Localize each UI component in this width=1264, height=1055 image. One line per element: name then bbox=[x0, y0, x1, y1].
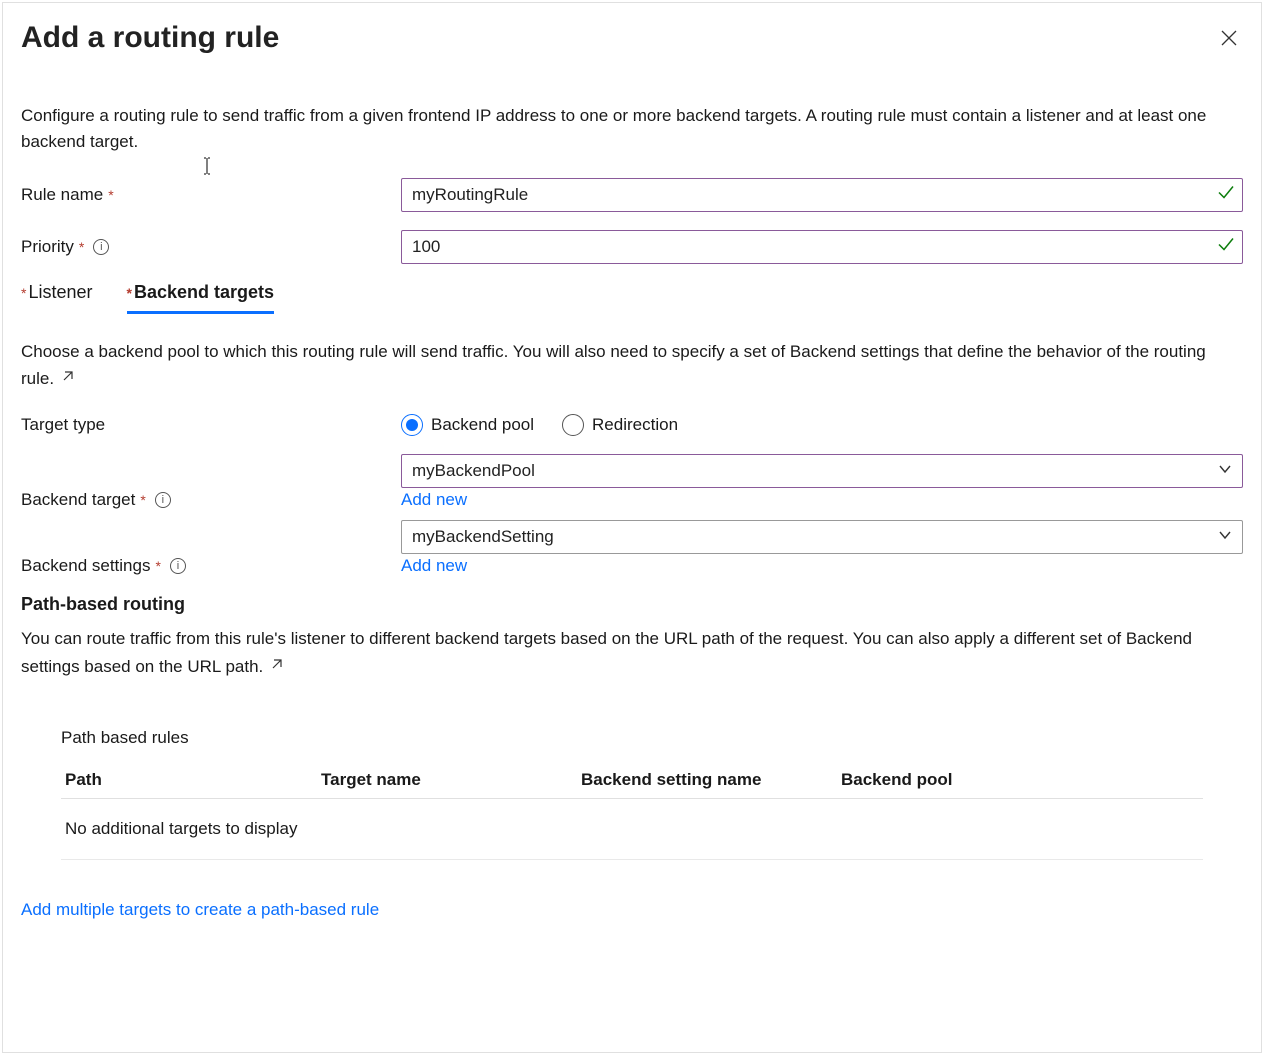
required-star: * bbox=[79, 239, 84, 255]
add-multiple-targets-link[interactable]: Add multiple targets to create a path-ba… bbox=[21, 900, 1243, 920]
backend-settings-value: myBackendSetting bbox=[412, 527, 554, 547]
target-type-label: Target type bbox=[21, 415, 105, 435]
section-description-text: Choose a backend pool to which this rout… bbox=[21, 342, 1206, 388]
required-star: * bbox=[21, 285, 26, 301]
page-title: Add a routing rule bbox=[21, 21, 279, 55]
chevron-down-icon bbox=[1218, 527, 1232, 547]
target-type-row: Target type Backend pool Redirection bbox=[21, 414, 1243, 436]
priority-input[interactable] bbox=[401, 230, 1243, 264]
radio-icon bbox=[562, 414, 584, 436]
rule-name-row: Rule name * bbox=[21, 178, 1243, 212]
required-star: * bbox=[127, 285, 132, 301]
external-link-icon[interactable] bbox=[61, 369, 74, 390]
tabs: * Listener * Backend targets bbox=[21, 282, 1243, 314]
info-icon[interactable]: i bbox=[93, 239, 109, 255]
text-cursor-icon bbox=[201, 157, 213, 175]
empty-row: No additional targets to display bbox=[61, 819, 321, 839]
radio-redirection[interactable]: Redirection bbox=[562, 414, 678, 436]
info-icon[interactable]: i bbox=[170, 558, 186, 574]
table-row: No additional targets to display bbox=[61, 799, 1203, 860]
tab-backend-targets-label: Backend targets bbox=[134, 282, 274, 303]
backend-settings-select-row: myBackendSetting bbox=[21, 520, 1243, 554]
col-target-name: Target name bbox=[321, 770, 581, 790]
section-description: Choose a backend pool to which this rout… bbox=[21, 338, 1243, 392]
radio-icon bbox=[401, 414, 423, 436]
backend-target-select[interactable]: myBackendPool bbox=[401, 454, 1243, 488]
backend-target-select-row: myBackendPool bbox=[21, 454, 1243, 488]
required-star: * bbox=[108, 187, 113, 203]
backend-settings-label: Backend settings bbox=[21, 556, 150, 576]
close-icon bbox=[1221, 30, 1237, 46]
external-link-icon[interactable] bbox=[270, 657, 283, 678]
required-star: * bbox=[140, 492, 145, 508]
tab-listener[interactable]: * Listener bbox=[21, 282, 93, 314]
backend-settings-row: Backend settings * i Add new bbox=[21, 556, 1243, 576]
radio-redirection-label: Redirection bbox=[592, 415, 678, 435]
backend-target-add-new[interactable]: Add new bbox=[401, 490, 467, 510]
path-rules-title: Path based rules bbox=[61, 728, 1203, 748]
rule-name-input[interactable] bbox=[401, 178, 1243, 212]
radio-backend-pool[interactable]: Backend pool bbox=[401, 414, 534, 436]
backend-target-row: Backend target * i Add new bbox=[21, 490, 1243, 510]
col-path: Path bbox=[61, 770, 321, 790]
chevron-down-icon bbox=[1218, 461, 1232, 481]
priority-label: Priority bbox=[21, 237, 74, 257]
priority-row: Priority * i bbox=[21, 230, 1243, 264]
backend-target-label: Backend target bbox=[21, 490, 135, 510]
routing-rule-panel: Add a routing rule Configure a routing r… bbox=[2, 2, 1262, 1053]
rule-name-label: Rule name bbox=[21, 185, 103, 205]
required-star: * bbox=[155, 558, 160, 574]
path-routing-description-text: You can route traffic from this rule's l… bbox=[21, 629, 1192, 675]
path-routing-heading: Path-based routing bbox=[21, 594, 1243, 615]
path-routing-description: You can route traffic from this rule's l… bbox=[21, 625, 1243, 679]
info-icon[interactable]: i bbox=[155, 492, 171, 508]
path-rules-table: Path based rules Path Target name Backen… bbox=[21, 728, 1243, 860]
col-backend-setting: Backend setting name bbox=[581, 770, 841, 790]
tab-listener-label: Listener bbox=[28, 282, 92, 303]
backend-target-value: myBackendPool bbox=[412, 461, 535, 481]
tab-backend-targets[interactable]: * Backend targets bbox=[127, 282, 275, 314]
close-button[interactable] bbox=[1215, 24, 1243, 52]
page-description: Configure a routing rule to send traffic… bbox=[21, 103, 1243, 154]
col-backend-pool: Backend pool bbox=[841, 770, 1101, 790]
table-header: Path Target name Backend setting name Ba… bbox=[61, 762, 1203, 799]
backend-settings-select[interactable]: myBackendSetting bbox=[401, 520, 1243, 554]
backend-settings-add-new[interactable]: Add new bbox=[401, 556, 467, 576]
radio-backend-pool-label: Backend pool bbox=[431, 415, 534, 435]
